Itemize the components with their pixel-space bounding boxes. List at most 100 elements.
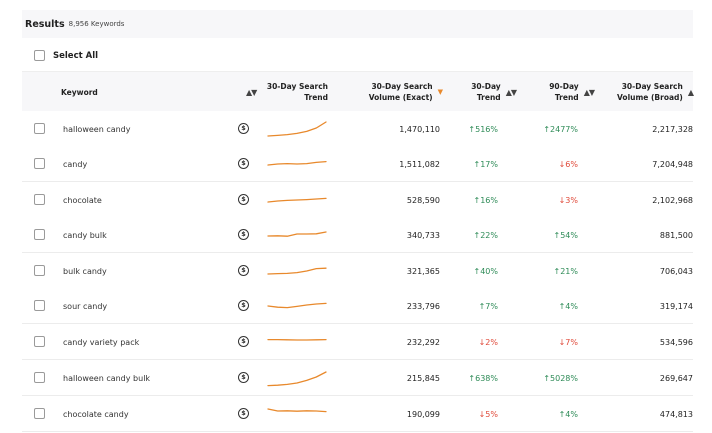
column-label-trend-90-1: 90-Day [549, 82, 579, 91]
row-checkbox[interactable] [34, 265, 45, 276]
keyword-cell[interactable]: halloween candy [63, 111, 173, 147]
keyword-cell[interactable]: candy variety pack [63, 324, 173, 360]
volume-exact-cell: 233,796 [406, 301, 440, 311]
sort-desc-icon: ▼ [437, 88, 443, 96]
column-header-trend-30[interactable]: 30-Day Trend ▲▼ [452, 72, 517, 112]
trend-90-cell: ↑ 4% [526, 396, 578, 432]
trend-90-cell: ↑ 54% [526, 217, 578, 253]
coin-icon[interactable]: $ [238, 123, 249, 134]
sort-keyword-button[interactable]: ▲▼ [241, 72, 257, 112]
row-checkbox[interactable] [34, 336, 45, 347]
row-checkbox[interactable] [34, 158, 45, 169]
trend-30-value: 2% [485, 337, 498, 347]
row-checkbox[interactable] [34, 194, 45, 205]
column-header-trend-90[interactable]: 90-Day Trend ▲▼ [526, 72, 595, 112]
column-header-volume-broad[interactable]: 30-Day Search Volume (Broad) ▲ [604, 72, 694, 112]
trend-90-cell: ↑ 2477% [526, 111, 578, 147]
arrow-up-icon: ↑ [553, 266, 561, 276]
table-row[interactable]: candy bulk $ 340,733 ↑ 22% ↑ 54% 881,500 [22, 217, 693, 253]
arrow-down-icon: ↓ [478, 409, 486, 419]
row-checkbox[interactable] [34, 300, 45, 311]
select-all-checkbox[interactable] [34, 50, 45, 61]
coin-icon[interactable]: $ [238, 229, 249, 240]
search-trend-sparkline [267, 160, 327, 166]
row-checkbox[interactable] [34, 408, 45, 419]
arrow-down-icon: ↓ [558, 337, 566, 347]
trend-90-value: 54% [560, 230, 578, 240]
search-trend-sparkline [267, 302, 327, 309]
keyword-cell[interactable]: chocolate candy [63, 396, 173, 432]
volume-exact-cell: 1,470,110 [399, 124, 440, 134]
arrow-up-icon: ↑ [558, 301, 566, 311]
table-row[interactable]: chocolate candy $ 190,099 ↓ 5% ↑ 4% 474,… [22, 396, 693, 432]
volume-broad-cell: 7,204,948 [652, 159, 693, 169]
coin-icon[interactable]: $ [238, 372, 249, 383]
keyword-cell[interactable]: chocolate [63, 182, 173, 218]
sort-arrows-icon: ▲ [687, 87, 694, 97]
sort-arrows-icon: ▲▼ [246, 87, 257, 97]
volume-broad-cell: 319,174 [659, 301, 693, 311]
arrow-up-icon: ↑ [543, 373, 551, 383]
table-row[interactable]: bulk candy $ 321,365 ↑ 40% ↑ 21% 706,043 [22, 253, 693, 289]
column-header-volume-exact[interactable]: 30-Day Search Volume (Exact) ▼ [342, 72, 443, 112]
column-label-keyword: Keyword [61, 87, 98, 97]
column-label-search-trend-2: Trend [304, 93, 328, 102]
table-row[interactable]: halloween candy $ 1,470,110 ↑ 516% ↑ 247… [22, 111, 693, 147]
search-trend-sparkline [267, 408, 327, 413]
column-header-search-trend[interactable]: 30-Day Search Trend [262, 72, 328, 112]
trend-90-value: 3% [565, 195, 578, 205]
search-trend-sparkline [267, 338, 327, 341]
volume-exact-cell: 190,099 [406, 409, 440, 419]
sparkline-line [267, 267, 327, 275]
sparkline-line [267, 302, 327, 309]
arrow-up-icon: ↑ [478, 301, 486, 311]
arrow-up-icon: ↑ [473, 159, 481, 169]
results-title: Results [25, 18, 65, 30]
table-row[interactable]: halloween candy bulk $ 215,845 ↑ 638% ↑ … [22, 360, 693, 396]
trend-30-cell: ↑ 638% [452, 360, 498, 396]
table-row[interactable]: candy $ 1,511,082 ↑ 17% ↓ 6% 7,204,948 [22, 146, 693, 182]
keyword-cell[interactable]: candy bulk [63, 217, 173, 253]
arrow-up-icon: ↑ [543, 124, 551, 134]
sparkline-line [267, 408, 327, 413]
table-row[interactable]: chocolate $ 528,590 ↑ 16% ↓ 3% 2,102,968 [22, 182, 693, 218]
keyword-cell[interactable]: bulk candy [63, 253, 173, 289]
coin-icon[interactable]: $ [238, 194, 249, 205]
trend-90-value: 6% [565, 159, 578, 169]
volume-broad-cell: 881,500 [659, 230, 693, 240]
trend-30-cell: ↑ 516% [452, 111, 498, 147]
coin-icon[interactable]: $ [238, 336, 249, 347]
search-trend-sparkline [267, 197, 327, 203]
table-row[interactable]: sour candy $ 233,796 ↑ 7% ↑ 4% 319,174 [22, 288, 693, 324]
arrow-up-icon: ↑ [473, 230, 481, 240]
volume-exact-cell: 1,511,082 [399, 159, 440, 169]
coin-icon[interactable]: $ [238, 300, 249, 311]
sparkline-line [267, 160, 327, 166]
column-label-volume-broad-1: 30-Day Search [621, 82, 683, 91]
sort-arrows-icon: ▲▼ [505, 87, 517, 97]
coin-icon[interactable]: $ [238, 265, 249, 276]
column-label-volume-exact-1: 30-Day Search [371, 82, 433, 91]
column-label-trend-90-2: Trend [554, 93, 579, 102]
column-header-keyword[interactable]: Keyword [61, 72, 98, 112]
coin-icon[interactable]: $ [238, 408, 249, 419]
trend-90-value: 7% [565, 337, 578, 347]
trend-30-value: 17% [480, 159, 498, 169]
row-checkbox[interactable] [34, 123, 45, 134]
sparkline-line [267, 197, 327, 203]
results-count: 8,956 Keywords [68, 20, 125, 28]
keyword-cell[interactable]: candy [63, 146, 173, 182]
keyword-cell[interactable]: halloween candy bulk [63, 360, 173, 396]
arrow-up-icon: ↑ [473, 266, 481, 276]
column-label-search-trend-1: 30-Day Search [266, 82, 328, 91]
volume-broad-cell: 2,102,968 [652, 195, 693, 205]
row-checkbox[interactable] [34, 372, 45, 383]
table-row[interactable]: candy variety pack $ 232,292 ↓ 2% ↓ 7% 5… [22, 324, 693, 360]
column-label-trend-30-1: 30-Day [471, 82, 501, 91]
arrow-up-icon: ↑ [553, 230, 561, 240]
volume-exact-cell: 340,733 [406, 230, 440, 240]
coin-icon[interactable]: $ [238, 158, 249, 169]
row-checkbox[interactable] [34, 229, 45, 240]
volume-exact-cell: 232,292 [406, 337, 440, 347]
keyword-cell[interactable]: sour candy [63, 288, 173, 324]
